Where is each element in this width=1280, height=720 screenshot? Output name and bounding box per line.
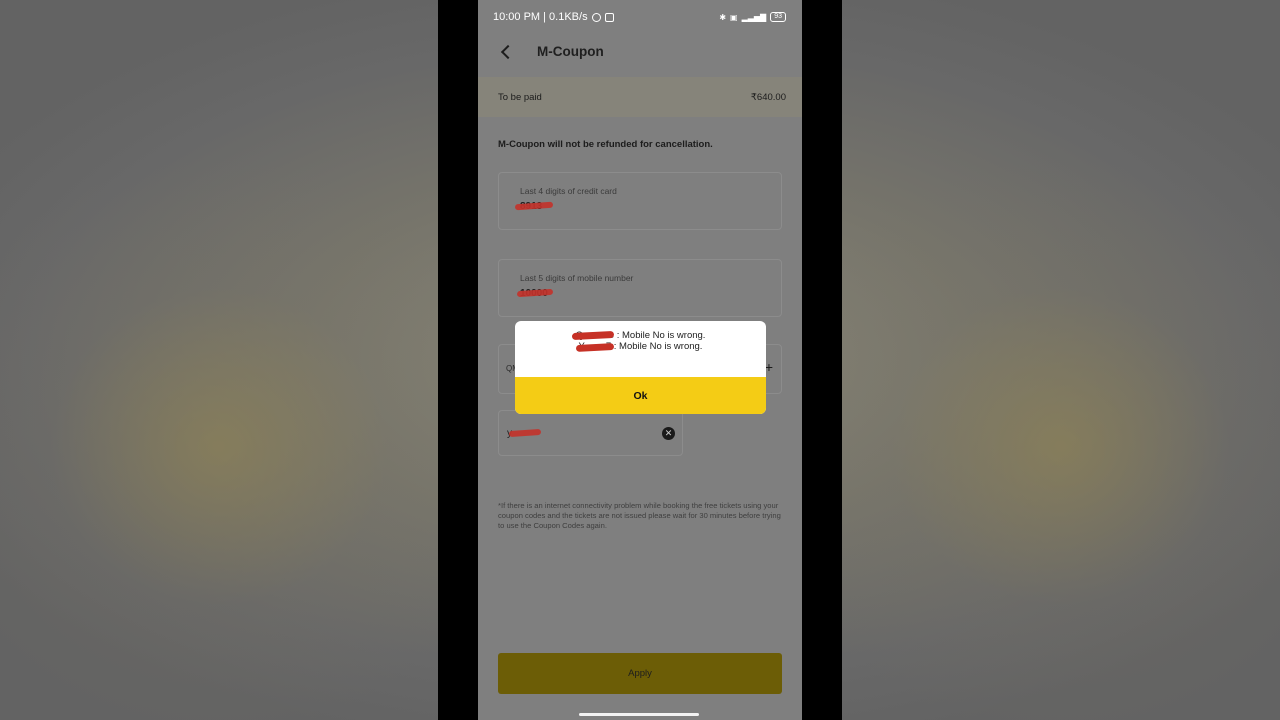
status-left: 10:00 PM | 0.1KB/s	[493, 11, 614, 23]
status-bar: 10:00 PM | 0.1KB/s ✱ ▣ ▂▃▅▇ 93	[478, 0, 802, 34]
redaction-mark	[508, 428, 542, 438]
amount-value: ₹640.00	[750, 91, 786, 103]
letterbox-left	[438, 0, 478, 720]
back-button[interactable]	[496, 42, 516, 62]
mobile-number-field[interactable]: Last 5 digits of mobile number 10000	[498, 259, 782, 317]
signal-icon: ▂▃▅▇	[741, 12, 767, 22]
mobile-number-label: Last 5 digits of mobile number	[520, 273, 634, 283]
amount-label: To be paid	[498, 91, 542, 103]
disclaimer-text: *If there is an internet connectivity pr…	[498, 501, 781, 530]
dialog-message: Q G : Mobile No is wrong. Y 7 : Mobile N…	[515, 330, 766, 352]
instagram-icon	[604, 12, 614, 22]
page-title: M-Coupon	[537, 44, 604, 59]
clear-coupon-icon[interactable]: ✕	[662, 427, 675, 440]
dialog-line-2: Y 7 : Mobile No is wrong.	[578, 341, 703, 352]
status-time: 10:00 PM | 0.1KB/s	[493, 11, 588, 23]
letterbox-right	[802, 0, 842, 720]
dialog-line-1: Q G : Mobile No is wrong.	[575, 330, 706, 341]
background-left	[0, 0, 438, 720]
back-arrow-icon	[500, 44, 516, 60]
credit-card-label: Last 4 digits of credit card	[520, 186, 617, 196]
ok-button[interactable]: Ok	[515, 377, 766, 414]
amount-bar: To be paid ₹640.00	[478, 77, 802, 117]
alarm-icon	[591, 12, 601, 22]
home-indicator[interactable]	[579, 713, 699, 716]
refund-notice: M-Coupon will not be refunded for cancel…	[498, 139, 713, 150]
add-coupon-button[interactable]: +	[765, 359, 773, 375]
status-right: ✱ ▣ ▂▃▅▇ 93	[719, 12, 786, 22]
network-icon: ▣	[730, 12, 738, 22]
app-header: M-Coupon	[478, 34, 802, 70]
battery-icon: 93	[770, 12, 786, 22]
credit-card-field[interactable]: Last 4 digits of credit card 8913	[498, 172, 782, 230]
bluetooth-icon: ✱	[719, 12, 727, 22]
error-dialog: Q G : Mobile No is wrong. Y 7 : Mobile N…	[515, 321, 766, 414]
apply-button[interactable]: Apply	[498, 653, 782, 694]
background-right	[842, 0, 1280, 720]
coupon-chip: y ✕	[498, 410, 683, 456]
